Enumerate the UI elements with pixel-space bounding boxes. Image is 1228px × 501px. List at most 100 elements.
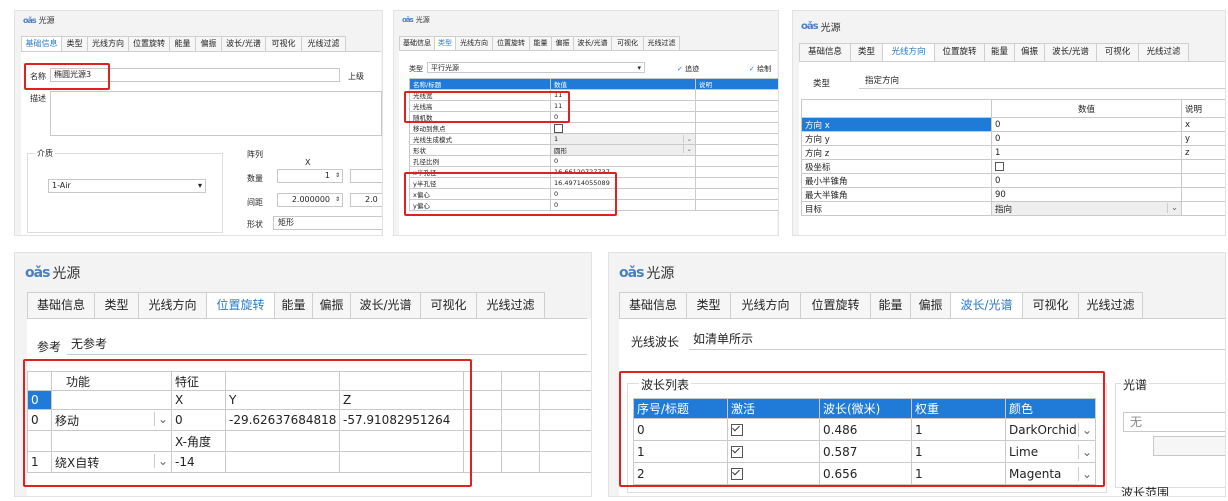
z-value[interactable]: -57.91082951264 (339, 409, 464, 431)
chevron-down-icon[interactable]: ⌄ (153, 411, 168, 426)
row-selector[interactable]: 0 (27, 390, 52, 410)
draw-check[interactable]: ✓ 绘制 (749, 64, 771, 74)
color-select[interactable]: DarkOrchid ⌄ (1005, 418, 1096, 441)
tab-energy[interactable]: 能量 (275, 292, 313, 318)
checkbox[interactable] (731, 446, 743, 458)
chevron-down-icon[interactable]: ⌄ (1077, 422, 1092, 437)
checkbox[interactable] (554, 123, 563, 133)
row-value[interactable]: 0 (991, 117, 1182, 132)
active-cell[interactable] (727, 418, 820, 441)
tab-basic[interactable]: 基础信息 (799, 43, 851, 61)
tab-visual[interactable]: 可视化 (1097, 43, 1139, 61)
chevron-down-icon[interactable]: ⌄ (1077, 466, 1092, 481)
row-value[interactable]: 0 (991, 173, 1182, 188)
tab-direction[interactable]: 光线方向 (731, 292, 801, 318)
wavelength-value[interactable]: 0.656 (819, 462, 912, 485)
tab-filter[interactable]: 光线过滤 (1139, 43, 1189, 61)
tab-wavelength[interactable]: 波长/光谱 (351, 292, 421, 318)
row-value[interactable]: 0 (550, 199, 696, 211)
tab-basic[interactable]: 基础信息 (27, 292, 95, 318)
chevron-down-icon[interactable]: ⌄ (1077, 444, 1092, 459)
wavelength-field[interactable]: 如清单所示 (689, 330, 1225, 350)
chevron-down-icon[interactable]: ⌄ (153, 453, 168, 468)
active-cell[interactable] (727, 462, 820, 485)
tab-polarization[interactable]: 偏振 (1015, 43, 1045, 61)
row-value[interactable]: 11 (550, 100, 696, 112)
spacing-input[interactable]: 2.000000 ⇕ (277, 193, 343, 207)
tab-filter[interactable]: 光线过滤 (1079, 292, 1143, 318)
row-value[interactable]: 16.66120727737 (550, 166, 696, 178)
tab-type[interactable]: 类型 (851, 43, 883, 61)
row-value[interactable]: 1 (991, 145, 1182, 160)
medium-select[interactable]: 1-Air ▾ (48, 179, 206, 193)
row-value[interactable]: 1 ⌄ (550, 133, 696, 145)
row-value[interactable]: 0 (550, 111, 696, 123)
tab-polarization[interactable]: 偏振 (196, 36, 222, 51)
tab-direction[interactable]: 光线方向 (883, 43, 935, 61)
tab-direction[interactable]: 光线方向 (88, 36, 129, 51)
function-select[interactable]: 绕X自转 ⌄ (51, 451, 172, 473)
tab-basic[interactable]: 基础信息 (619, 292, 687, 318)
wavelength-value[interactable]: 0.587 (819, 440, 912, 463)
tab-visual[interactable]: 可视化 (266, 36, 302, 51)
spacing-input-2[interactable]: 2.0 (350, 193, 382, 207)
tab-position[interactable]: 位置旋转 (129, 36, 170, 51)
tab-type[interactable]: 类型 (62, 36, 88, 51)
weight-value[interactable]: 1 (911, 440, 1006, 463)
tab-position[interactable]: 位置旋转 (801, 292, 871, 318)
desc-input[interactable] (50, 91, 382, 136)
tab-wavelength[interactable]: 波长/光谱 (1045, 43, 1097, 61)
count-input-2[interactable] (350, 169, 382, 183)
tab-direction[interactable]: 光线方向 (456, 36, 493, 50)
tab-wavelength[interactable]: 波长/光谱 (951, 292, 1023, 318)
spinner-icon[interactable]: ⇕ (335, 170, 340, 182)
tab-type[interactable]: 类型 (435, 36, 456, 50)
active-cell[interactable] (727, 440, 820, 463)
spectrum-field[interactable]: 无 (1123, 412, 1225, 432)
tab-polarization[interactable]: 偏振 (552, 36, 574, 50)
x-value[interactable]: 0 (171, 409, 226, 431)
wavelength-value[interactable]: 0.486 (819, 418, 912, 441)
tab-basic[interactable]: 基础信息 (21, 36, 62, 51)
count-input[interactable]: 1 ⇕ (277, 169, 343, 183)
tab-filter[interactable]: 光线过滤 (644, 36, 680, 50)
tab-polarization[interactable]: 偏振 (911, 292, 951, 318)
row-value[interactable]: 0 (550, 155, 696, 167)
weight-value[interactable]: 1 (911, 418, 1006, 441)
checkbox[interactable] (731, 468, 743, 480)
tab-position[interactable]: 位置旋转 (493, 36, 530, 50)
row-value[interactable]: 指向 ⌄ (991, 201, 1182, 216)
tab-type[interactable]: 类型 (95, 292, 139, 318)
tab-energy[interactable]: 能量 (170, 36, 196, 51)
row-value[interactable]: 16.49714055089 (550, 177, 696, 189)
name-input[interactable]: 椭圆光源3 (50, 68, 340, 82)
y-value[interactable]: -29.62637684818 (225, 409, 340, 431)
reference-field[interactable]: 无参考 (67, 335, 587, 355)
row-value[interactable] (991, 159, 1182, 174)
weight-value[interactable]: 1 (911, 462, 1006, 485)
type-field[interactable]: 指定方向 (859, 75, 1225, 89)
color-select[interactable]: Lime ⌄ (1005, 440, 1096, 463)
tab-visual[interactable]: 可视化 (421, 292, 477, 318)
spectrum-field-2[interactable] (1153, 436, 1225, 456)
chevron-down-icon[interactable]: ⌄ (682, 145, 692, 153)
tab-wavelength[interactable]: 波长/光谱 (222, 36, 266, 51)
tab-position[interactable]: 位置旋转 (935, 43, 985, 61)
row-value[interactable]: 0 (991, 131, 1182, 146)
shape-input[interactable]: 矩形 (273, 216, 382, 230)
row-value[interactable]: 11 (550, 89, 696, 101)
chevron-down-icon[interactable]: ⌄ (1166, 202, 1178, 213)
type-select[interactable]: 平行光源 ▾ (427, 62, 645, 73)
tab-filter[interactable]: 光线过滤 (302, 36, 346, 51)
tab-filter[interactable]: 光线过滤 (477, 292, 545, 318)
chevron-down-icon[interactable]: ⌄ (682, 135, 692, 143)
spinner-icon[interactable]: ⇕ (335, 194, 340, 206)
row-value[interactable]: 90 (991, 187, 1182, 202)
tab-position[interactable]: 位置旋转 (207, 292, 275, 318)
trace-check[interactable]: ✓ 追迹 (677, 64, 699, 74)
tab-type[interactable]: 类型 (687, 292, 731, 318)
tab-visual[interactable]: 可视化 (1023, 292, 1079, 318)
row-value[interactable] (550, 122, 696, 134)
function-select[interactable]: 移动 ⌄ (51, 409, 172, 431)
tab-basic[interactable]: 基础信息 (399, 36, 435, 50)
